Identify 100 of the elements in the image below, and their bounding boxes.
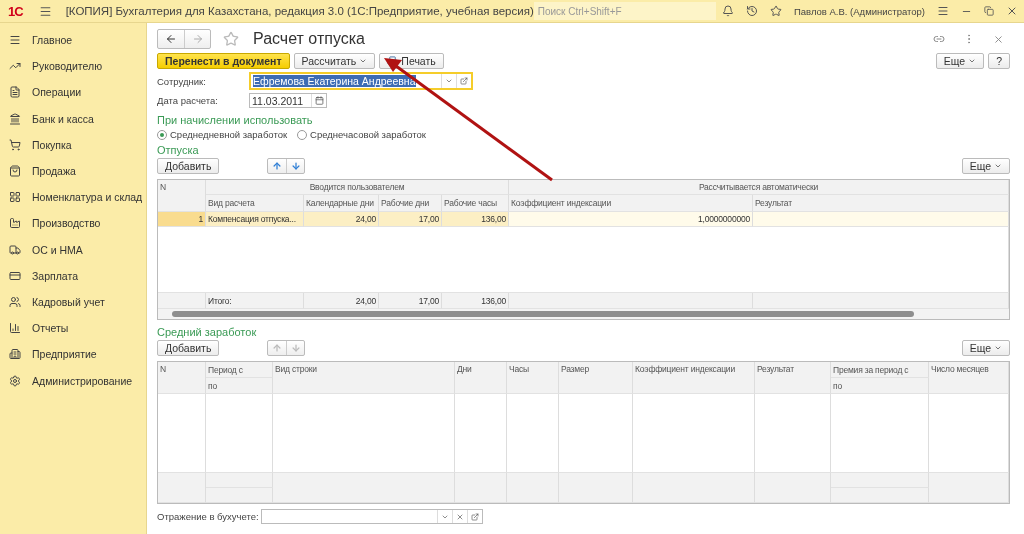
close-icon[interactable] (1006, 5, 1018, 17)
close-icon (455, 512, 464, 521)
column-header: по (206, 378, 273, 394)
column-header: N (158, 362, 206, 394)
app-logo[interactable]: 1С (8, 3, 23, 19)
column-header: Число месяцев (929, 362, 1009, 394)
add-button[interactable]: Добавить (157, 158, 220, 174)
column-header: по (831, 378, 929, 394)
user-name[interactable]: Павлов А.В. (Администратор) (793, 5, 925, 17)
date-field[interactable]: 11.03.2011 (249, 93, 327, 108)
table-cell: 136,00 (442, 212, 509, 227)
sidebar-item[interactable]: Руководителю (0, 53, 146, 80)
column-header: Рабочие часы (442, 195, 509, 212)
more-button[interactable]: Еще (961, 340, 1010, 356)
section-title: Отпуска (157, 144, 200, 156)
bank-icon (9, 112, 21, 125)
total-cell: Итого: (206, 293, 304, 309)
menu-icon[interactable] (937, 5, 949, 17)
column-group-header: Рассчитывается автоматически (509, 180, 1009, 195)
calendar-button[interactable] (311, 94, 326, 107)
sidebar-item[interactable]: Номенклатура и склад (0, 184, 146, 211)
sidebar-item[interactable]: Банк и касса (0, 105, 146, 132)
footer-cell (206, 488, 273, 503)
section-title: При начислении использовать (157, 114, 314, 126)
table-cell: Компенсация отпуска... (206, 212, 304, 227)
open-button[interactable] (456, 74, 471, 88)
sidebar-item[interactable]: Отчеты (0, 315, 146, 342)
radio-option[interactable]: Среднедневной заработок (157, 129, 288, 140)
menu-icon[interactable] (38, 4, 52, 18)
restore-icon[interactable] (984, 6, 994, 16)
cart-icon (9, 138, 21, 151)
column-header: Период с (206, 362, 273, 378)
document-icon (9, 86, 21, 99)
radio-option[interactable]: Среднечасовой заработок (297, 129, 427, 140)
caret-icon (359, 57, 368, 65)
caret-icon (994, 162, 1002, 170)
close-icon[interactable] (993, 33, 1004, 45)
bell-icon[interactable] (721, 5, 734, 17)
star-icon[interactable] (769, 5, 782, 17)
column-header: Рабочие дни (379, 195, 442, 212)
transfer-button[interactable]: Перенести в документ (157, 53, 290, 69)
total-cell: 136,00 (442, 293, 509, 309)
sidebar-item[interactable]: Покупка (0, 131, 146, 158)
bar-chart-icon (9, 322, 21, 335)
window-title: [КОПИЯ] Бухгалтерия для Казахстана, редакция 3.0 (1С:Предприятие, учебная версия) (65, 5, 534, 17)
employee-field[interactable]: Ефремова Екатерина Андреевна (249, 72, 473, 90)
printer-icon (387, 55, 399, 67)
posting-field[interactable] (260, 509, 483, 524)
more-button[interactable]: Еще (961, 158, 1010, 174)
column-header: Результат (753, 195, 1009, 212)
calculate-button[interactable]: Рассчитать (293, 53, 376, 69)
sidebar-item[interactable]: Главное (0, 27, 146, 54)
column-header: Размер (559, 362, 633, 394)
users-icon (9, 295, 21, 308)
sidebar-item[interactable]: Производство (0, 210, 146, 237)
add-button[interactable]: Добавить (157, 340, 220, 356)
sidebar-item[interactable]: Администрирование (0, 367, 146, 394)
open-window-icon (470, 512, 479, 521)
arrow-right-icon (191, 33, 204, 45)
search-field[interactable]: Поиск Ctrl+Shift+F (533, 2, 716, 20)
sidebar-item[interactable]: Кадровый учет (0, 288, 146, 316)
column-header: Результат (755, 362, 831, 394)
grid-icon (9, 191, 21, 204)
total-cell: 17,00 (379, 293, 442, 309)
link-icon[interactable] (933, 33, 945, 45)
column-header: Премия за период с (831, 362, 929, 378)
footer-cell (455, 473, 507, 503)
column-header: Вид строки (273, 362, 455, 394)
menu-icon (9, 34, 21, 47)
card-icon (9, 269, 21, 282)
help-button[interactable]: ? (988, 53, 1010, 69)
star-icon[interactable] (223, 31, 239, 47)
horizontal-scrollbar[interactable] (158, 309, 1009, 319)
table-cell: 1,0000000000 (509, 212, 753, 227)
footer-cell (158, 473, 206, 503)
column-header: Коэффициент индексации (509, 195, 753, 212)
caret-icon (445, 77, 453, 85)
building-icon (9, 348, 21, 361)
total-cell: 24,00 (304, 293, 379, 309)
footer-cell (206, 473, 273, 488)
arrow-up-icon (272, 161, 283, 171)
footer-cell (507, 473, 559, 503)
sidebar-item[interactable]: Операции (0, 79, 146, 106)
arrow-down-icon (290, 161, 301, 171)
sidebar-item[interactable]: Предприятие (0, 341, 146, 368)
more-button[interactable]: Еще (935, 53, 985, 69)
column-header: Календарные дни (304, 195, 379, 212)
column-header: Вид расчета (206, 195, 304, 212)
sidebar-item[interactable]: ОС и НМА (0, 236, 146, 263)
section-title: Средний заработок (157, 326, 258, 338)
truck-icon (9, 243, 21, 256)
column-header: Дни (455, 362, 507, 394)
sidebar-item[interactable]: Продажа (0, 157, 146, 185)
arrow-down-icon (290, 343, 301, 353)
caret-icon (968, 57, 977, 65)
column-header: Коэффициент индексации (633, 362, 755, 394)
settings-icon (9, 374, 21, 387)
history-icon[interactable] (745, 5, 758, 17)
bag-icon (9, 165, 21, 178)
sidebar-item[interactable]: Зарплата (0, 262, 146, 289)
